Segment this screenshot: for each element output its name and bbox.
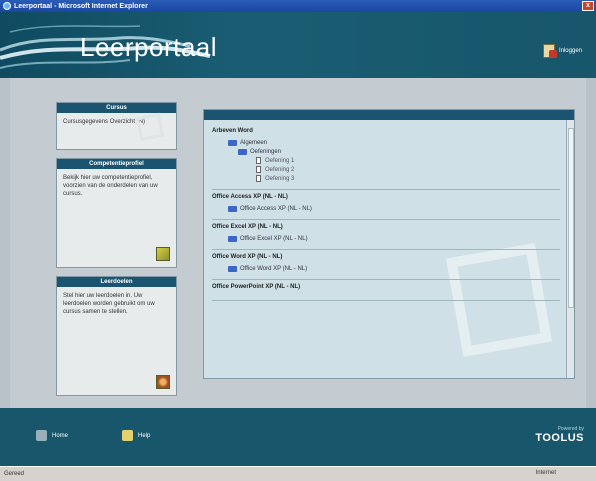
file-icon xyxy=(256,166,261,173)
vertical-scrollbar[interactable] xyxy=(566,120,574,378)
panel-header xyxy=(204,110,574,120)
tree-folder[interactable]: Office Access XP (NL - NL) xyxy=(228,204,560,213)
home-icon xyxy=(36,430,47,441)
section-title[interactable]: Arbeven Word xyxy=(212,128,560,134)
tree-folder[interactable]: Algemeen xyxy=(228,138,560,147)
tree-item-label: Office Access XP (NL - NL) xyxy=(240,205,312,212)
scrollbar-thumb[interactable] xyxy=(568,128,574,308)
folder-icon xyxy=(228,265,237,272)
tree-section: Arbeven Word Algemeen Oefeningen Oefening 1… xyxy=(212,124,560,190)
course-tree: Arbeven Word Algemeen Oefeningen Oefening 1… xyxy=(212,124,560,301)
folder-icon xyxy=(228,235,237,242)
leerdoelen-box: Leerdoelen Stel hier uw leerdoelen in. U… xyxy=(56,276,177,396)
login-link[interactable]: Inloggen xyxy=(542,44,582,58)
tree-item-label: Oefening 1 xyxy=(265,157,295,164)
home-label: Home xyxy=(52,432,69,439)
login-label: Inloggen xyxy=(558,48,582,54)
close-button[interactable]: x xyxy=(582,1,594,11)
course-tree-panel: Arbeven Word Algemeen Oefeningen Oefening 1… xyxy=(203,109,575,379)
cursus-heading: Cursus xyxy=(57,103,176,113)
cursus-box: Cursus Cursusgegevens Overzicht (N) xyxy=(56,102,177,150)
status-bar: Gereed Internet xyxy=(0,466,596,481)
competentie-text: Bekijk hier uw competentieprofiel, voorz… xyxy=(63,175,158,197)
home-link[interactable]: Home xyxy=(36,430,68,441)
help-icon xyxy=(122,430,133,441)
tree-item-label: Algemeen xyxy=(240,139,268,146)
window-title: Leerportaal - Microsoft Internet Explore… xyxy=(14,2,148,10)
tree-file[interactable]: Oefening 2 xyxy=(256,165,560,174)
tree-item-label: Office Excel XP (NL - NL) xyxy=(240,235,308,242)
login-icon xyxy=(542,44,557,58)
goals-icon[interactable] xyxy=(156,375,170,389)
section-title[interactable]: Office Excel XP (NL - NL) xyxy=(212,224,560,230)
section-title[interactable]: Office Word XP (NL - NL) xyxy=(212,254,560,260)
file-icon xyxy=(256,157,261,164)
leerdoelen-heading: Leerdoelen xyxy=(57,277,176,287)
section-title[interactable]: Office PowerPoint XP (NL - NL) xyxy=(212,284,560,290)
help-label: Help xyxy=(138,432,151,439)
header: Leerportaal Inloggen xyxy=(0,12,596,78)
tree-item-label: Oefening 2 xyxy=(265,166,295,173)
section-title[interactable]: Office Access XP (NL - NL) xyxy=(212,194,560,200)
tree-section: Office Excel XP (NL - NL) Office Excel XP… xyxy=(212,220,560,250)
tree-item-label: Oefeningen xyxy=(250,148,282,155)
page-title: Leerportaal xyxy=(80,32,218,62)
file-icon xyxy=(256,175,261,182)
window-titlebar: Leerportaal - Microsoft Internet Explore… xyxy=(0,0,596,12)
status-text: Gereed xyxy=(4,471,25,477)
tree-folder[interactable]: Oefeningen xyxy=(238,147,560,156)
tree-item-label: Office Word XP (NL - NL) xyxy=(240,265,308,272)
folder-icon xyxy=(228,205,237,212)
help-link[interactable]: Help xyxy=(122,430,150,441)
tree-file[interactable]: Oefening 1 xyxy=(256,156,560,165)
competentie-box: Competentieprofiel Bekijk hier uw compet… xyxy=(56,158,177,268)
folder-icon xyxy=(228,139,237,146)
leerdoelen-text: Stel hier uw leerdoelen in. Uw leerdoele… xyxy=(63,293,155,315)
folder-icon xyxy=(238,148,247,155)
tree-folder[interactable]: Office Word XP (NL - NL) xyxy=(228,264,560,273)
tree-file[interactable]: Oefening 3 xyxy=(256,174,560,183)
brand-logo: Powered by TOOLUS xyxy=(535,426,584,444)
zone-indicator: Internet xyxy=(535,470,556,476)
tree-section: Office Access XP (NL - NL) Office Access … xyxy=(212,190,560,220)
brand-name: TOOLUS xyxy=(535,432,584,444)
tree-folder[interactable]: Office Excel XP (NL - NL) xyxy=(228,234,560,243)
competentie-heading: Competentieprofiel xyxy=(57,159,176,169)
tree-section: Office Word XP (NL - NL) Office Word XP (… xyxy=(212,250,560,280)
cursor-icon xyxy=(135,112,165,142)
tree-item-label: Oefening 3 xyxy=(265,175,295,182)
content-area: Cursus Cursusgegevens Overzicht (N) Comp… xyxy=(10,78,586,408)
tree-section: Office PowerPoint XP (NL - NL) xyxy=(212,280,560,301)
checklist-icon[interactable] xyxy=(156,247,170,261)
footer: Home Help Powered by TOOLUS xyxy=(0,408,596,466)
ie-icon xyxy=(3,2,11,10)
